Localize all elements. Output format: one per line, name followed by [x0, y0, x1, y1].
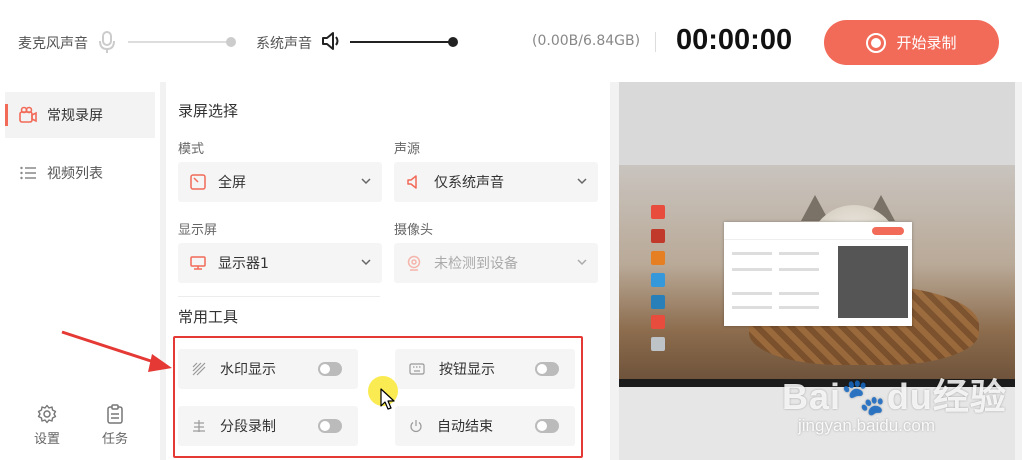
start-record-button[interactable]: 开始录制 — [824, 20, 999, 65]
desktop-icon — [651, 229, 665, 243]
mouse-cursor-icon — [380, 388, 395, 410]
fullscreen-icon — [190, 174, 206, 190]
preview-letterbox — [619, 82, 1015, 165]
mic-volume-handle[interactable] — [226, 37, 236, 47]
mode-label: 模式 — [178, 142, 205, 157]
desktop-icon — [651, 273, 665, 287]
audio-source-select[interactable]: 仅系统声音 — [394, 162, 598, 202]
section-title-text: 常用工具 — [178, 308, 239, 326]
sidebar: 常规录屏 视频列表 设置 任务 — [0, 82, 160, 460]
mic-volume-label: 麦克风声音 — [18, 36, 88, 52]
monitor-icon — [190, 256, 206, 270]
record-timer: 00:00:00 — [676, 24, 793, 56]
camera-value: 未检测到设备 — [434, 256, 518, 272]
chevron-down-icon — [361, 259, 371, 266]
preview-app-window — [724, 222, 912, 326]
speaker-icon — [407, 175, 417, 189]
gear-icon — [37, 404, 57, 424]
clipboard-icon — [107, 404, 123, 424]
preview-desktop — [619, 165, 1015, 387]
section-title-text: 录屏选择 — [178, 102, 239, 120]
camera-label: 摄像头 — [394, 223, 434, 238]
display-value: 显示器1 — [218, 256, 269, 272]
speaker-icon[interactable] — [320, 30, 342, 52]
mode-select[interactable]: 全屏 — [178, 162, 382, 202]
section-title-capture: 录屏选择 — [178, 100, 240, 124]
record-icon — [866, 32, 887, 53]
camera-icon — [19, 106, 37, 123]
settings-button[interactable]: 设置 — [27, 404, 67, 447]
sidebar-item-label: 视频列表 — [47, 166, 103, 182]
site-watermark-logo: Bai🐾du经验 — [782, 376, 1007, 417]
desktop-icon — [651, 337, 665, 351]
sidebar-item-label: 常规录屏 — [47, 108, 103, 124]
display-select[interactable]: 显示器1 — [178, 243, 382, 283]
sidebar-item-screen-record[interactable]: 常规录屏 — [5, 92, 155, 138]
microphone-icon[interactable] — [98, 30, 116, 54]
desktop-icon — [651, 315, 665, 329]
chevron-down-icon — [577, 259, 587, 266]
system-volume-slider[interactable] — [350, 41, 455, 43]
tasks-button[interactable]: 任务 — [95, 404, 135, 447]
settings-label: 设置 — [33, 432, 60, 447]
desktop-icon — [651, 251, 665, 265]
display-label: 显示屏 — [178, 223, 218, 238]
tasks-label: 任务 — [101, 432, 128, 447]
list-icon — [20, 166, 36, 180]
sidebar-item-video-list[interactable]: 视频列表 — [5, 150, 155, 196]
audio-source-value: 仅系统声音 — [434, 175, 504, 191]
section-title-tools: 常用工具 — [178, 306, 240, 330]
site-watermark-url: jingyan.baidu.com — [798, 416, 936, 435]
desktop-icon — [651, 205, 665, 219]
system-volume-handle[interactable] — [448, 37, 458, 47]
mode-value: 全屏 — [218, 175, 246, 191]
divider — [655, 32, 656, 52]
divider — [178, 296, 380, 297]
audio-source-label: 声源 — [394, 142, 421, 157]
top-bar: 麦克风声音 系统声音 (0.00B/6.84GB) 00:00:00 开始录制 — [0, 0, 1022, 82]
webcam-icon — [407, 255, 421, 271]
mic-volume-slider[interactable] — [128, 41, 233, 43]
chevron-down-icon — [577, 178, 587, 185]
start-record-label: 开始录制 — [896, 34, 957, 52]
desktop-icon — [651, 295, 665, 309]
chevron-down-icon — [361, 178, 371, 185]
camera-select[interactable]: 未检测到设备 — [394, 243, 598, 283]
storage-usage: (0.00B/6.84GB) — [532, 33, 641, 49]
system-volume-label: 系统声音 — [256, 36, 312, 52]
